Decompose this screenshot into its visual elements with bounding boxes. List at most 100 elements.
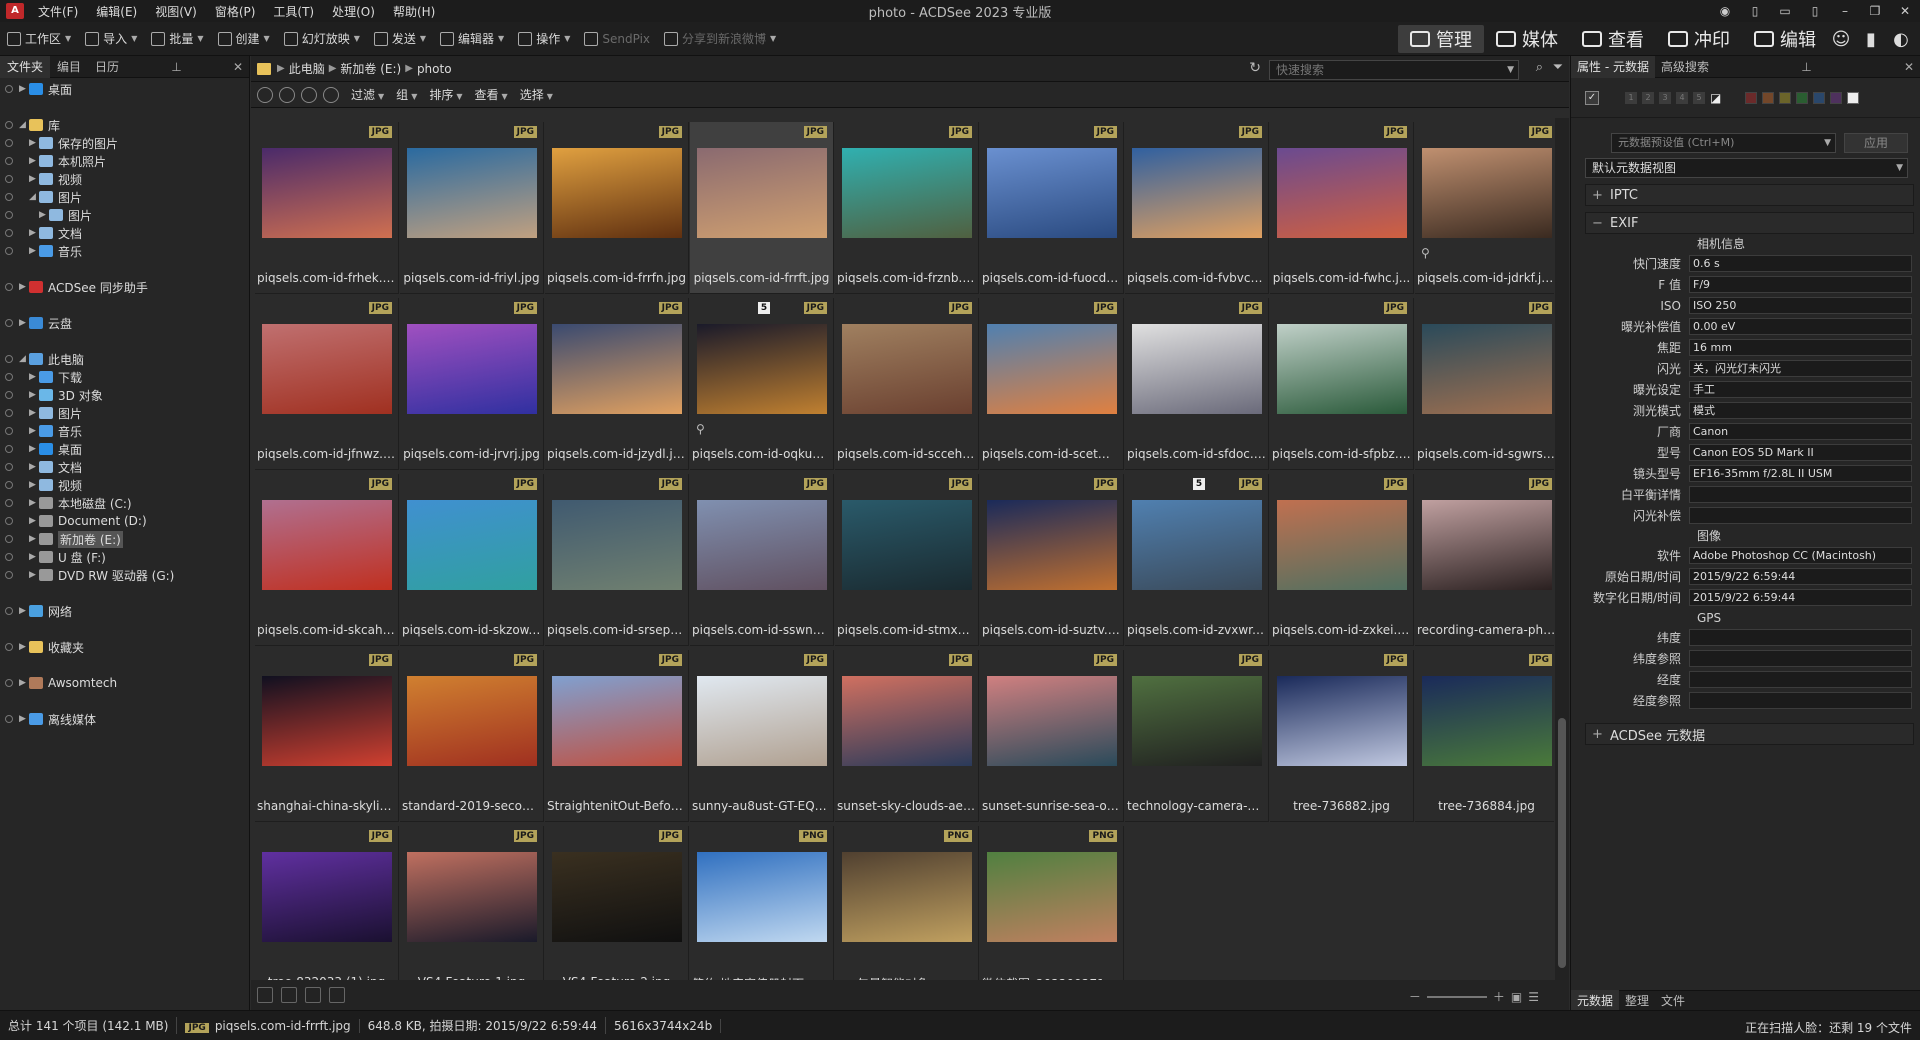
thumbnail-image[interactable] (697, 676, 827, 766)
tree-item[interactable]: ◢ 图片 (0, 188, 249, 206)
exif-value-field[interactable] (1689, 507, 1912, 524)
menu-item[interactable]: 窗格(P) (207, 3, 264, 20)
exif-value-field[interactable]: 0.6 s (1689, 255, 1912, 272)
thumbnail-image[interactable] (407, 324, 537, 414)
slideshow-icon[interactable] (329, 987, 345, 1003)
thumbnail-image[interactable] (1132, 500, 1262, 590)
tab-catalog[interactable]: 编目 (50, 56, 88, 78)
layout-right-icon[interactable]: ▯ (1800, 4, 1830, 18)
thumbnail-image[interactable] (1422, 676, 1552, 766)
thumbnail-item[interactable]: JPG piqsels.com-id-suztv.jpg (980, 474, 1124, 646)
color-label[interactable] (1779, 91, 1792, 104)
exif-value-field[interactable]: Adobe Photoshop CC (Macintosh) (1689, 547, 1912, 564)
thumbnail-image[interactable] (1132, 676, 1262, 766)
thumbnail-image[interactable] (697, 324, 827, 414)
tree-item[interactable]: ▶ Document (D:) (0, 512, 249, 530)
thumbnail-image[interactable] (987, 676, 1117, 766)
tag-checkbox[interactable]: ✓ (1585, 90, 1599, 105)
rating-number[interactable]: 3 (1659, 91, 1671, 104)
color-label[interactable] (1813, 91, 1826, 104)
thumbnail-image[interactable] (407, 500, 537, 590)
thumbnail-image[interactable] (1422, 148, 1552, 238)
tree-item[interactable]: ▶ 桌面 (0, 80, 249, 98)
tree-item[interactable]: ▶ 本地磁盘 (C:) (0, 494, 249, 512)
thumbnail-image[interactable] (842, 148, 972, 238)
tree-item[interactable]: ▶ 云盘 (0, 314, 249, 332)
thumbnail-item[interactable]: JPGtree-832033 (1).jpg (255, 826, 399, 980)
chevron-right-icon[interactable]: ▶ (29, 444, 39, 454)
exif-value-field[interactable] (1689, 671, 1912, 688)
filter-menu-item[interactable]: 组 ▼ (390, 86, 423, 103)
thumbnail-image[interactable] (262, 148, 392, 238)
thumbnail-item[interactable]: JPG piqsels.com-id-skcah.j... (255, 474, 399, 646)
chevron-right-icon[interactable]: ▶ (29, 390, 39, 400)
mode-tab[interactable]: 编辑 (1742, 25, 1828, 53)
thumbnail-item[interactable]: JPG piqsels.com-id-friyl.jpg (400, 122, 544, 294)
thumbnail-image[interactable] (987, 148, 1117, 238)
view-mode-icon[interactable] (257, 987, 273, 1003)
filter-menu-item[interactable]: 排序 ▼ (423, 86, 468, 103)
thumbnail-item[interactable]: JPG shanghai-china-skyline... (255, 650, 399, 822)
tree-item[interactable]: ▶ 桌面 (0, 440, 249, 458)
thumbnail-item[interactable]: JPG piqsels.com-id-srsep.j... (545, 474, 689, 646)
thumbnail-item[interactable]: JPG piqsels.com-id-zxkei.jpg (1270, 474, 1414, 646)
thumbnail-image[interactable] (1132, 148, 1262, 238)
tree-item[interactable]: ◢ 库 (0, 116, 249, 134)
tree-item[interactable]: ▶ 收藏夹 (0, 638, 249, 656)
zoom-slider[interactable] (1426, 995, 1487, 998)
tree-item[interactable]: ▶ U 盘 (F:) (0, 548, 249, 566)
chevron-right-icon[interactable]: ▶ (19, 606, 29, 616)
filter-icon[interactable]: ⏷ (1553, 60, 1563, 75)
tree-item[interactable]: ▶ 保存的图片 (0, 134, 249, 152)
tab-bottom-organize[interactable]: 整理 (1619, 990, 1655, 1012)
refresh-icon[interactable]: ↻ (1249, 60, 1261, 76)
thumbnail-image[interactable] (407, 676, 537, 766)
toolbar-button[interactable]: 发送 ▼ (367, 24, 433, 54)
tree-item[interactable]: ▶ 视频 (0, 170, 249, 188)
exif-value-field[interactable]: Canon EOS 5D Mark II (1689, 444, 1912, 461)
thumbnail-image[interactable] (552, 324, 682, 414)
chevron-right-icon[interactable]: ▶ (19, 318, 29, 328)
thumbnail-item[interactable]: JPG sunset-sky-clouds-aeri... (835, 650, 979, 822)
tree-item[interactable]: ◢ 此电脑 (0, 350, 249, 368)
tree-item[interactable]: ▶ DVD RW 驱动器 (G:) (0, 566, 249, 584)
exif-value-field[interactable]: ISO 250 (1689, 297, 1912, 314)
chevron-right-icon[interactable]: ▶ (29, 552, 39, 562)
thumbnail-item[interactable]: JPG piqsels.com-id-jrvrj.jpg (400, 298, 544, 470)
share-weibo-button[interactable]: 分享到新浪微博 ▼ (657, 24, 783, 54)
thumbnail-item[interactable]: JPG standard-2019-second... (400, 650, 544, 822)
tree-item[interactable]: ▶ 离线媒体 (0, 710, 249, 728)
maximize-icon[interactable]: ❐ (1860, 4, 1890, 18)
chevron-right-icon[interactable]: ▶ (29, 156, 39, 166)
thumbnail-item[interactable]: JPG tree-736882.jpg (1270, 650, 1414, 822)
thumbnail-item[interactable]: JPG tree-736884.jpg (1415, 650, 1554, 822)
thumbnail-image[interactable] (407, 852, 537, 942)
menu-item[interactable]: 帮助(H) (385, 3, 443, 20)
mode-tab[interactable]: 查看 (1570, 25, 1656, 53)
chevron-right-icon[interactable]: ▶ (29, 570, 39, 580)
color-label[interactable] (1745, 91, 1758, 104)
thumbnail-item[interactable]: JPG sunset-sunrise-sea-oc... (980, 650, 1124, 822)
chevron-right-icon[interactable]: ▶ (19, 642, 29, 652)
color-label-clear[interactable] (1847, 91, 1860, 104)
color-label[interactable] (1830, 91, 1843, 104)
thumbnail-image[interactable] (842, 676, 972, 766)
thumbnail-image[interactable] (552, 676, 682, 766)
color-label[interactable] (1796, 91, 1809, 104)
chevron-right-icon[interactable]: ▶ (29, 228, 39, 238)
close-icon[interactable]: ✕ (1890, 4, 1920, 18)
thumbnail-item[interactable]: JPG piqsels.com-id-fuocd.j... (980, 122, 1124, 294)
thumbnail-image[interactable] (552, 500, 682, 590)
tab-advanced-search[interactable]: 高级搜索 (1655, 56, 1715, 78)
thumbnail-image[interactable] (987, 852, 1117, 942)
exif-value-field[interactable]: 关，闪光灯未闪光 (1689, 360, 1912, 377)
chevron-right-icon[interactable]: ▶ (29, 174, 39, 184)
rotate-right-icon[interactable] (305, 987, 321, 1003)
thumbnail-item[interactable]: JPG recording-camera-pho... (1415, 474, 1554, 646)
chevron-right-icon[interactable]: ▶ (29, 246, 39, 256)
thumbnail-image[interactable] (842, 852, 972, 942)
tree-item[interactable]: ▶ 下载 (0, 368, 249, 386)
thumbnail-item[interactable]: JPG piqsels.com-id-frrfn.jpg (545, 122, 689, 294)
tree-item[interactable]: ▶ 网络 (0, 602, 249, 620)
toolbar-button[interactable]: 工作区 ▼ (0, 24, 78, 54)
